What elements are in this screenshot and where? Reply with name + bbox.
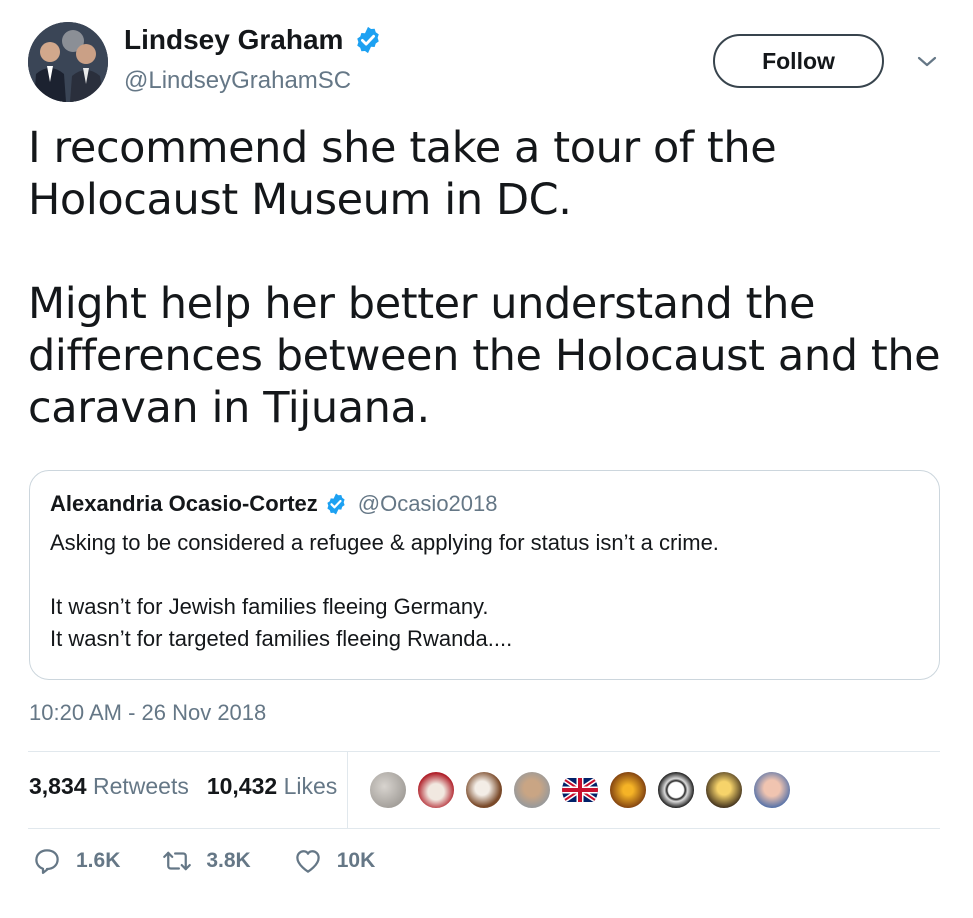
retweet-button[interactable]: 3.8K — [162, 846, 251, 876]
liker-avatar[interactable] — [464, 770, 504, 810]
reply-button[interactable]: 1.6K — [32, 846, 120, 876]
divider — [28, 828, 940, 829]
divider — [28, 751, 940, 752]
retweets-count: 3,834 — [29, 773, 87, 799]
chevron-down-icon[interactable] — [914, 50, 940, 72]
author-name-text: Lindsey Graham — [124, 24, 344, 55]
retweet-count: 3.8K — [206, 849, 251, 872]
liker-avatar[interactable] — [608, 770, 648, 810]
tweet-actions: 1.6K 3.8K 10K — [32, 846, 375, 876]
tweet-timestamp[interactable]: 10:20 AM - 26 Nov 2018 — [29, 700, 266, 726]
heart-icon — [295, 850, 320, 873]
author-name[interactable]: Lindsey Graham — [124, 24, 383, 56]
reply-count: 1.6K — [76, 849, 121, 872]
retweets-label: Retweets — [92, 773, 189, 799]
tweet-text: I recommend she take a tour of the Holoc… — [28, 123, 941, 433]
quoted-author-handle: @Ocasio2018 — [357, 491, 498, 516]
tweet-stats: 3,834 Retweets 10,432 Likes — [29, 773, 337, 800]
liker-avatar[interactable] — [512, 770, 552, 810]
quoted-tweet-text: Asking to be considered a refugee & appl… — [50, 530, 719, 651]
retweets-stat[interactable]: 3,834 Retweets — [29, 773, 189, 800]
like-button[interactable]: 10K — [293, 846, 376, 876]
verified-badge-icon — [357, 26, 380, 54]
author-handle[interactable]: @LindseyGrahamSC — [124, 67, 351, 95]
verified-badge-icon — [327, 493, 345, 515]
liker-avatar[interactable] — [416, 770, 456, 810]
quoted-tweet[interactable]: Alexandria Ocasio-Cortez @Ocasio2018 Ask… — [29, 470, 940, 680]
liker-avatar[interactable] — [656, 770, 696, 810]
reply-icon — [35, 849, 59, 874]
liker-avatar[interactable] — [704, 770, 744, 810]
liker-avatar[interactable] — [368, 770, 408, 810]
likes-label: Likes — [283, 773, 338, 799]
liker-avatar[interactable] — [752, 770, 792, 810]
uk-flag-icon — [562, 775, 598, 805]
author-avatar[interactable] — [28, 22, 108, 102]
likes-stat[interactable]: 10,432 Likes — [207, 773, 337, 800]
like-count: 10K — [336, 849, 376, 872]
avatar-photo — [28, 22, 108, 102]
divider — [347, 752, 348, 828]
retweet-icon — [163, 851, 192, 871]
liker-avatars — [368, 770, 792, 810]
quoted-author-name: Alexandria Ocasio-Cortez — [50, 491, 318, 516]
likes-count: 10,432 — [206, 773, 278, 799]
liker-avatar[interactable] — [560, 770, 600, 810]
follow-button[interactable]: Follow — [713, 34, 884, 88]
